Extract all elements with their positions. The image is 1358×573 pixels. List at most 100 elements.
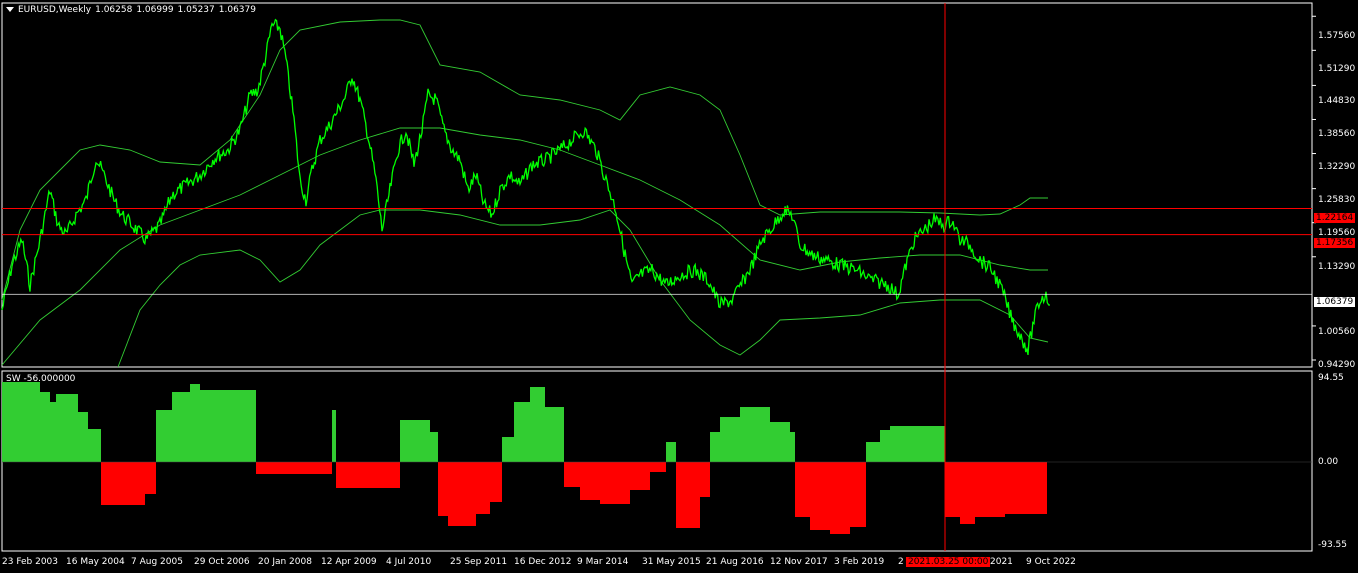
time-axis-label: 31 May 2015 bbox=[642, 557, 701, 567]
histogram-bar-positive bbox=[40, 392, 50, 462]
band-upper bbox=[1, 19, 1048, 301]
indicator-axis-label: -93.55 bbox=[1318, 540, 1348, 550]
histogram-bar-negative bbox=[336, 462, 400, 488]
price-axis-label: 1.13290 bbox=[1318, 262, 1356, 272]
histogram-bar-positive bbox=[770, 422, 790, 462]
histogram-bar-negative bbox=[850, 462, 866, 527]
histogram-bar-positive bbox=[56, 394, 78, 462]
histogram-bar-negative bbox=[448, 462, 476, 526]
time-axis-label: 25 Sep 2011 bbox=[450, 557, 508, 567]
ohlc-close: 1.06379 bbox=[218, 5, 256, 15]
hline-tag-lower: 1.17356 bbox=[1314, 238, 1356, 248]
time-axis-label: 21 Aug 2016 bbox=[706, 557, 764, 567]
price-series bbox=[1, 18, 1050, 356]
histogram-bar-positive bbox=[710, 432, 720, 462]
symbol-timeframe: EURUSD,Weekly bbox=[18, 5, 92, 15]
price-axis-label: 1.25830 bbox=[1318, 195, 1356, 205]
histogram-bar-positive bbox=[430, 432, 438, 462]
histogram-bar-negative bbox=[810, 462, 830, 530]
envelope-bands bbox=[1, 19, 1049, 368]
histogram-bar-negative bbox=[945, 462, 960, 517]
price-axis-label: 1.44830 bbox=[1318, 96, 1356, 106]
time-axis-label: 9 Mar 2014 bbox=[577, 557, 629, 567]
price-axis-label: 0.94290 bbox=[1318, 360, 1356, 370]
time-axis-label: 12 Apr 2009 bbox=[321, 557, 377, 567]
histogram-bar-positive bbox=[332, 410, 336, 462]
histogram-bar-positive bbox=[880, 430, 890, 462]
histogram-bar-positive bbox=[866, 442, 880, 462]
band-middle bbox=[1, 127, 1048, 366]
price-line bbox=[1, 18, 1050, 356]
time-axis-label: 29 Oct 2006 bbox=[194, 557, 250, 567]
histogram-bar-positive bbox=[545, 407, 564, 462]
histogram-bar-negative bbox=[101, 462, 145, 505]
histogram-bar-positive bbox=[220, 390, 256, 462]
histogram-bar-positive bbox=[530, 387, 545, 462]
histogram-bar-negative bbox=[256, 462, 332, 474]
histogram-bar-negative bbox=[676, 462, 700, 528]
price-axis-label: 1.32290 bbox=[1318, 162, 1356, 172]
histogram-bar-positive bbox=[2, 382, 40, 462]
price-axis-label: 1.19560 bbox=[1318, 228, 1356, 238]
time-axis-label: 2 bbox=[898, 557, 904, 567]
histogram-bar-positive bbox=[400, 420, 430, 462]
histogram-bar-positive bbox=[790, 432, 795, 462]
time-axis-label: 23 Feb 2003 bbox=[2, 557, 59, 567]
histogram-bar-negative bbox=[438, 462, 448, 516]
histogram-bar-positive bbox=[720, 417, 740, 462]
ohlc-low: 1.05237 bbox=[177, 5, 215, 15]
time-axis-label: 4 Jul 2010 bbox=[386, 557, 432, 567]
indicator-title: SW -56.000000 bbox=[6, 374, 76, 384]
main-panel-frame bbox=[1, 2, 1313, 368]
time-axis-label: 9 Oct 2022 bbox=[1026, 557, 1076, 567]
crosshair-date-tag: 2021.03.25 00:00 bbox=[906, 557, 991, 567]
ohlc-high: 1.06999 bbox=[136, 5, 174, 15]
time-axis-label: 7 Aug 2005 bbox=[131, 557, 183, 567]
histogram-bar-negative bbox=[830, 462, 850, 534]
price-axis-label: 1.38560 bbox=[1318, 129, 1356, 139]
histogram-bar-negative bbox=[476, 462, 490, 514]
histogram-bar-negative bbox=[145, 462, 156, 494]
time-axis-label: 12 Nov 2017 bbox=[770, 557, 828, 567]
indicator-axis-label: 0.00 bbox=[1318, 457, 1339, 467]
histogram-bar-negative bbox=[564, 462, 580, 487]
time-axis-label: 20 Jan 2008 bbox=[258, 557, 312, 567]
chart-canvas[interactable] bbox=[0, 0, 1358, 573]
histogram-bar-negative bbox=[490, 462, 502, 502]
price-axis-label: 1.00560 bbox=[1318, 327, 1356, 337]
histogram-bar-positive bbox=[156, 410, 172, 462]
histogram-bar-positive bbox=[890, 426, 945, 462]
histogram-bar-positive bbox=[88, 429, 101, 462]
histogram-bar-positive bbox=[78, 412, 88, 462]
histogram-bar-negative bbox=[630, 462, 650, 490]
histogram-bar-positive bbox=[502, 437, 514, 462]
histogram-bar-positive bbox=[200, 390, 220, 462]
indicator-axis-label: 94.55 bbox=[1318, 373, 1344, 383]
histogram-bar-negative bbox=[700, 462, 710, 497]
histogram-bar-negative bbox=[580, 462, 600, 500]
band-lower bbox=[117, 209, 1049, 368]
price-axis-ticks bbox=[1312, 15, 1316, 361]
hline-tag-upper: 1.22164 bbox=[1314, 213, 1356, 223]
histogram-bar-positive bbox=[172, 392, 190, 462]
histogram-bar-negative bbox=[600, 462, 630, 504]
time-axis-label: 2021 bbox=[990, 557, 1013, 567]
histogram-bar-negative bbox=[795, 462, 810, 517]
histogram-bar-positive bbox=[740, 407, 770, 462]
histogram-bar-positive bbox=[666, 442, 676, 462]
histogram-bar-negative bbox=[975, 462, 1005, 517]
time-axis-label: 16 Dec 2012 bbox=[514, 557, 572, 567]
price-axis-label: 1.57560 bbox=[1318, 31, 1356, 41]
histogram-bar-negative bbox=[650, 462, 666, 472]
ohlc-open: 1.06258 bbox=[95, 5, 133, 15]
price-axis-label: 1.51290 bbox=[1318, 64, 1356, 74]
chart-header[interactable]: EURUSD,Weekly 1.06258 1.06999 1.05237 1.0637… bbox=[6, 5, 260, 15]
histogram-bar-positive bbox=[50, 402, 56, 462]
horizontal-lines[interactable] bbox=[2, 208, 1312, 295]
current-price-tag: 1.06379 bbox=[1314, 297, 1356, 307]
time-axis-label: 16 May 2004 bbox=[66, 557, 125, 567]
histogram-bar-negative bbox=[1005, 462, 1047, 514]
histogram-bar-positive bbox=[514, 402, 530, 462]
time-axis-label: 3 Feb 2019 bbox=[834, 557, 885, 567]
dropdown-icon[interactable] bbox=[6, 7, 14, 12]
